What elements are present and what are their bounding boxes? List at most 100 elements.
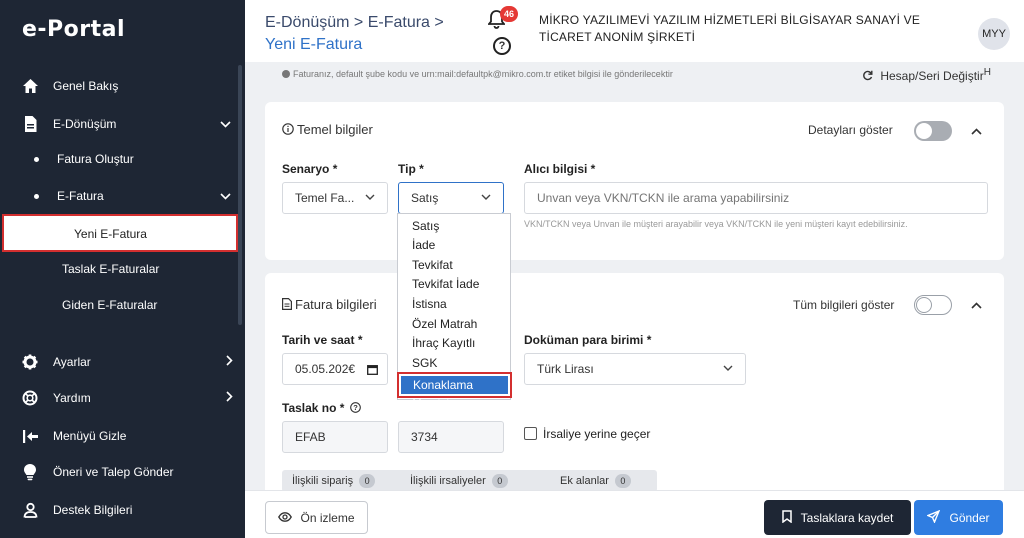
date-time-label: Tarih ve saat * (282, 333, 363, 347)
sidebar-item-genel-bakis[interactable]: Genel Bakış (0, 69, 245, 103)
type-option[interactable]: Özel Matrah (412, 315, 477, 333)
support-icon (21, 501, 39, 519)
info-icon (282, 70, 290, 78)
type-option[interactable]: İhraç Kayıtlı (412, 334, 475, 352)
tab-related-waybills[interactable]: İlişkili irsaliyeler 0 (410, 474, 508, 488)
scenario-select[interactable]: Temel Fa... (282, 182, 388, 214)
bookmark-icon (781, 509, 792, 526)
all-info-toggle[interactable] (914, 295, 952, 315)
tab-label: İlişkili irsaliyeler (410, 475, 486, 487)
page-title: Yeni E-Fatura (265, 36, 363, 53)
draft-number-field: 3734 (398, 421, 504, 453)
chevron-down-icon (220, 117, 231, 131)
type-option-selected[interactable]: Konaklama Vergisi (397, 372, 512, 410)
recipient-label: Alıcı bilgisi * (524, 162, 596, 176)
type-option[interactable]: İstisna (412, 295, 447, 313)
footer-bar: Ön izleme Taslaklara kaydet Gönder (245, 490, 1024, 538)
lifebuoy-icon (21, 389, 39, 407)
sidebar-item-yardim[interactable]: Yardım (0, 381, 245, 415)
sidebar-item-label: E-Fatura (57, 189, 104, 203)
scenario-select-value: Temel Fa... (295, 191, 355, 205)
draft-prefix-field: EFAB (282, 421, 388, 453)
save-draft-button-label: Taslaklara kaydet (800, 510, 894, 525)
waybill-checkbox-label: İrsaliye yerine geçer (543, 427, 651, 441)
draft-no-label-text: Taslak no * (282, 401, 345, 415)
card-title-text: Fatura bilgileri (295, 297, 377, 312)
send-icon (926, 509, 941, 526)
notification-badge: 46 (500, 6, 518, 22)
sidebar-item-label: Genel Bakış (53, 79, 119, 93)
type-option[interactable]: SGK (412, 354, 437, 372)
bullet-icon (34, 193, 39, 199)
scenario-label: Senaryo * (282, 162, 338, 176)
waybill-checkbox[interactable] (524, 427, 537, 440)
sidebar-item-ayarlar[interactable]: Ayarlar (0, 345, 245, 379)
card-title: Temel bilgiler (282, 122, 373, 137)
tab-extra-fields[interactable]: Ek alanlar 0 (560, 474, 631, 488)
collapse-icon (21, 427, 39, 445)
sending-info: Faturanız, default şube kodu ve urn:mail… (282, 69, 673, 79)
type-option[interactable]: Satış (412, 217, 439, 235)
details-toggle[interactable] (914, 121, 952, 141)
card-title: Fatura bilgileri (282, 297, 377, 312)
date-time-value: 05.05.202€ (295, 362, 356, 376)
currency-label: Doküman para birimi * (524, 333, 652, 347)
type-dropdown-menu: Satış İade Tevkifat Tevkifat İade İstisn… (397, 213, 512, 410)
sidebar-item-giden-e-faturalar[interactable]: Giden E-Faturalar (0, 288, 245, 322)
sidebar-item-menuyu-gizle[interactable]: Menüyü Gizle (0, 419, 245, 453)
preview-button-label: Ön izleme (300, 510, 355, 525)
account-series-link[interactable]: Hesap/Seri DeğiştirH (862, 67, 991, 83)
recipient-search-input[interactable] (524, 182, 988, 214)
chevron-right-icon (226, 355, 233, 369)
tab-label: İlişkili sipariş (292, 475, 354, 487)
type-select[interactable]: Satış (398, 182, 504, 214)
save-draft-button[interactable]: Taslaklara kaydet (764, 500, 911, 535)
card-title-text: Temel bilgiler (297, 122, 373, 137)
eye-icon (278, 511, 293, 525)
refresh-icon (862, 69, 880, 83)
lightbulb-icon (21, 463, 39, 481)
send-button[interactable]: Gönder (914, 500, 1003, 535)
tab-label: Ek alanlar (560, 475, 609, 487)
account-series-label: Hesap/Seri Değiştir (880, 69, 984, 83)
chevron-up-icon[interactable] (971, 298, 982, 312)
sidebar-item-e-donusum[interactable]: E-Dönüşüm (0, 107, 245, 141)
type-label: Tip * (398, 162, 424, 176)
question-circle-icon[interactable]: ? (348, 401, 361, 415)
calendar-icon[interactable] (367, 364, 378, 378)
send-button-label: Gönder (949, 510, 990, 525)
date-time-input[interactable]: 05.05.202€ (282, 353, 388, 385)
info-circle-icon (282, 122, 297, 137)
avatar[interactable]: MYY (978, 18, 1010, 50)
tab-related-order[interactable]: İlişkili sipariş 0 (292, 474, 376, 488)
sidebar-item-e-fatura[interactable]: E-Fatura (0, 179, 245, 213)
type-option[interactable]: Tevkifat İade (412, 275, 479, 293)
sidebar-item-label: Destek Bilgileri (53, 503, 133, 517)
sidebar-item-destek-bilgileri[interactable]: Destek Bilgileri (0, 493, 245, 527)
file-icon (282, 297, 295, 312)
sidebar-item-label: E-Dönüşüm (53, 117, 117, 131)
type-option[interactable]: İade (412, 236, 435, 254)
sidebar-item-taslak-e-faturalar[interactable]: Taslak E-Faturalar (0, 252, 245, 286)
preview-button[interactable]: Ön izleme (265, 501, 368, 534)
sidebar-item-label: Giden E-Faturalar (62, 298, 158, 312)
breadcrumb[interactable]: E-Dönüşüm > E-Fatura > (265, 14, 444, 32)
company-name: MİKRO YAZILIMEVİ YAZILIM HİZMETLERİ BİLG… (539, 12, 949, 46)
chevron-right-icon (226, 391, 233, 405)
sidebar-item-label: Yeni E-Fatura (74, 227, 147, 241)
chevron-up-icon[interactable] (971, 124, 982, 138)
app-logo: e-Portal (22, 17, 126, 42)
sidebar-item-fatura-olustur[interactable]: Fatura Oluştur (0, 142, 245, 176)
home-icon (21, 77, 39, 95)
sidebar-item-label: Yardım (53, 391, 91, 405)
sidebar-item-label: Taslak E-Faturalar (62, 262, 160, 276)
sidebar-item-oneri-talep[interactable]: Öneri ve Talep Gönder (0, 455, 245, 489)
help-icon[interactable]: ? (493, 37, 511, 55)
sidebar: e-Portal Genel Bakış E-Dönüşüm Fatura Ol… (0, 0, 245, 538)
type-option[interactable]: Tevkifat (412, 256, 453, 274)
svg-text:?: ? (353, 403, 358, 412)
currency-select[interactable]: Türk Lirası (524, 353, 746, 385)
all-info-toggle-label: Tüm bilgileri göster (793, 298, 895, 312)
sidebar-item-yeni-e-fatura[interactable]: Yeni E-Fatura (2, 214, 238, 252)
tab-count: 0 (359, 474, 376, 488)
